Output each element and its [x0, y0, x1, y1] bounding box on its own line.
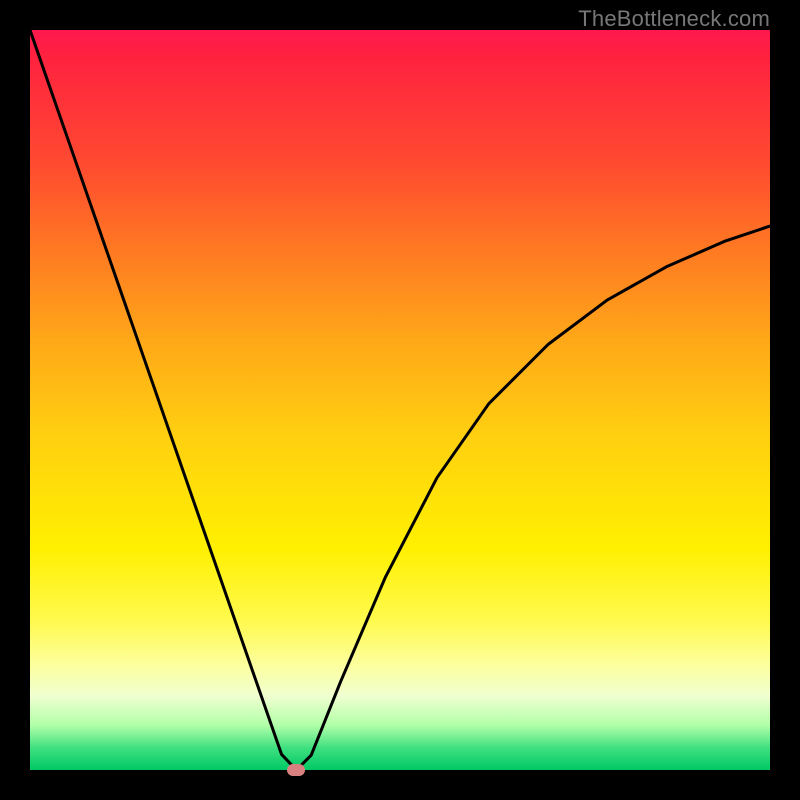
optimal-point-marker [287, 764, 305, 776]
chart-frame: TheBottleneck.com [0, 0, 800, 800]
plot-area [30, 30, 770, 770]
watermark-text: TheBottleneck.com [578, 6, 770, 32]
bottleneck-curve [30, 30, 770, 770]
